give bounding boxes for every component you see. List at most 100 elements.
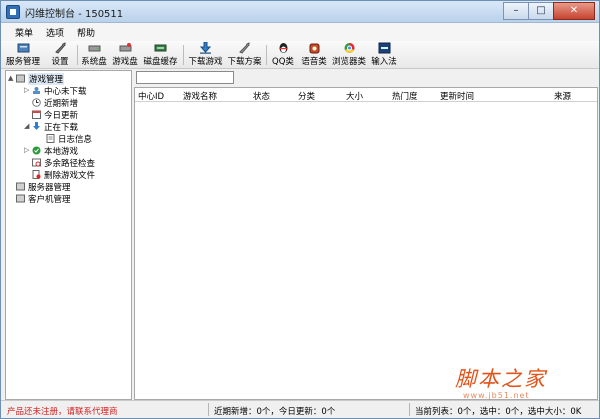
toolbar: 服务管理 设置 系统盘 游戏盘 磁盘缓存 下载游戏 下载方案 QQ类 语音类 浏… [1,41,599,69]
local-game-icon [32,146,41,155]
column-popularity[interactable]: 热门度 [392,90,418,102]
column-center-id[interactable]: 中心ID [138,90,164,102]
toolbar-label: 下载游戏 [188,57,223,67]
tree-item-local-game[interactable]: 本地游戏 [32,145,79,157]
game-list-table[interactable]: 中心ID 游戏名称 状态 分类 大小 热门度 更新时间 来源 [134,87,598,400]
column-update-time[interactable]: 更新时间 [440,90,474,102]
tree-item-path-check[interactable]: 多余路径检查 [32,157,96,169]
toolbar-game-disk-button[interactable]: 游戏盘 [111,42,139,68]
navigation-tree: ▲ 游戏管理 ▷ 中心未下载 近期新增 今日更新 ◢ 正在下载 日志信息 ▷ 本… [5,70,132,400]
status-divider [409,403,410,416]
menu-main[interactable]: 菜单 [15,26,33,39]
app-icon [6,5,20,19]
title-bar[interactable]: 闪维控制台 - 150511 – □ ✕ [1,1,599,23]
close-button[interactable]: ✕ [553,2,595,20]
calendar-icon [32,110,41,119]
game-manage-icon [16,74,25,83]
tree-item-today-update[interactable]: 今日更新 [32,109,79,121]
game-disk-icon [119,43,131,52]
toolbar-label: 服务管理 [5,57,40,67]
toolbar-label: 游戏盘 [112,57,138,67]
column-status[interactable]: 状态 [253,90,270,102]
toolbar-separator [266,45,267,65]
app-window: 闪维控制台 - 150511 – □ ✕ 菜单 选项 帮助 服务管理 设置 系统… [0,0,600,419]
toolbar-server-manage-button[interactable]: 服务管理 [3,42,43,68]
menu-bar: 菜单 选项 帮助 [1,23,599,41]
tree-item-game-manage[interactable]: 游戏管理 [16,72,65,85]
toolbar-label: 设置 [51,57,69,67]
browser-icon [344,43,354,53]
center-icon [33,87,40,94]
toolbar-separator [77,45,78,65]
toolbar-settings-button[interactable]: 设置 [47,42,73,68]
tree-item-label: 今日更新 [44,110,79,121]
tree-item-label: 游戏管理 [28,72,65,85]
status-warning: 产品还未注册，请联系代理商 [7,407,118,417]
table-header: 中心ID 游戏名称 状态 分类 大小 热门度 更新时间 来源 [135,88,597,102]
toolbar-download-plan-button[interactable]: 下载方案 [226,42,263,68]
toolbar-browser-button[interactable]: 浏览器类 [331,42,367,68]
toolbar-label: 输入法 [371,57,397,67]
tree-item-log-info[interactable]: 日志信息 [46,133,93,145]
window-title: 闪维控制台 - 150511 [25,9,124,20]
tree-item-label: 近期新增 [44,98,79,109]
cache-icon [154,44,167,52]
window-controls: – □ ✕ [503,2,595,20]
column-category[interactable]: 分类 [298,90,315,102]
server-manage-icon [17,43,29,53]
menu-options[interactable]: 选项 [46,26,64,39]
toolbar-label: QQ类 [272,57,294,67]
tree-item-label: 中心未下载 [44,86,87,97]
status-divider [208,403,209,416]
tree-item-client-manage[interactable]: 客户机管理 [16,193,71,205]
ime-icon [378,42,390,54]
tree-expander[interactable]: ▷ [24,146,29,154]
column-source[interactable]: 来源 [554,90,571,102]
recent-icon [32,98,41,107]
toolbar-qq-button[interactable]: QQ类 [270,42,296,68]
tree-item-server-manage[interactable]: 服务器管理 [16,181,71,193]
delete-file-icon [32,170,41,179]
toolbar-ime-button[interactable]: 输入法 [370,42,398,68]
toolbar-system-disk-button[interactable]: 系统盘 [80,42,108,68]
tree-item-label: 日志信息 [58,134,93,145]
tree-item-downloading[interactable]: 正在下载 [32,121,79,133]
downloading-icon [33,122,40,130]
column-game-name[interactable]: 游戏名称 [183,90,217,102]
minimize-button[interactable]: – [503,2,529,20]
toolbar-label: 浏览器类 [331,57,366,67]
tree-item-label: 多余路径检查 [44,158,96,169]
tree-item-label: 本地游戏 [44,146,79,157]
plan-icon [239,42,250,54]
toolbar-separator [183,45,184,65]
tree-item-label: 删除游戏文件 [44,170,96,181]
status-recent: 近期新增：0个，今日更新：0个 [214,407,336,417]
toolbar-download-game-button[interactable]: 下载游戏 [187,42,224,68]
tree-item-label: 服务器管理 [28,182,71,193]
maximize-button[interactable]: □ [528,2,554,20]
disk-icon [88,45,100,52]
tree-expander[interactable]: ▷ [24,86,29,94]
toolbar-label: 下载方案 [227,57,262,67]
server-icon [16,182,25,191]
tree-expander[interactable]: ▲ [8,74,13,82]
search-input[interactable] [136,71,234,84]
toolbar-label: 系统盘 [81,57,107,67]
status-list: 当前列表：0个，选中：0个，选中大小：0K [415,407,582,417]
wrench-icon [54,42,65,54]
tree-item-delete-files[interactable]: 删除游戏文件 [32,169,96,181]
qq-icon [279,43,287,53]
toolbar-disk-cache-button[interactable]: 磁盘缓存 [142,42,179,68]
status-bar: 产品还未注册，请联系代理商 近期新增：0个，今日更新：0个 当前列表：0个，选中… [1,400,599,418]
tree-item-label: 正在下载 [44,122,79,133]
log-icon [46,134,55,143]
tree-item-center-not-downloaded[interactable]: 中心未下载 [32,85,87,97]
tree-expander[interactable]: ◢ [24,122,29,130]
download-icon [199,42,212,54]
menu-help[interactable]: 帮助 [77,26,95,39]
client-icon [16,194,25,203]
tree-item-recent[interactable]: 近期新增 [32,97,79,109]
toolbar-label: 语音类 [301,57,327,67]
toolbar-voice-button[interactable]: 语音类 [300,42,328,68]
column-size[interactable]: 大小 [346,90,363,102]
